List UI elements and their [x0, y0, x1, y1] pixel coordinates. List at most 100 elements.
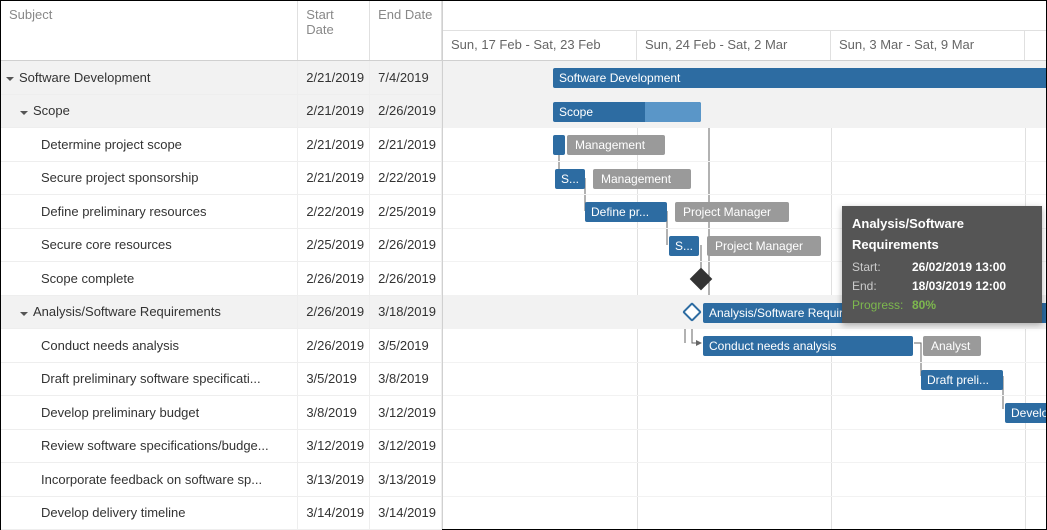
gantt-row[interactable]: Draft preli... [443, 363, 1046, 397]
gantt-row[interactable]: Develo [443, 396, 1046, 430]
milestone-open-marker[interactable] [682, 302, 702, 322]
task-tree-panel: Subject Start Date End Date Software Dev… [1, 1, 443, 529]
task-subject: Draft preliminary software specificati..… [41, 371, 261, 386]
task-end-date: 2/26/2019 [370, 95, 442, 128]
timeline-week: Sun, 3 Mar - Sat, 9 Mar [831, 31, 1025, 60]
task-row[interactable]: Review software specifications/budge... 3… [1, 430, 442, 464]
gantt-bar[interactable]: Develo [1005, 403, 1046, 423]
task-start-date: 2/26/2019 [298, 296, 370, 329]
resource-tag: Analyst [923, 336, 981, 356]
task-row[interactable]: Define preliminary resources 2/22/20192/2… [1, 195, 442, 229]
task-row[interactable]: Secure project sponsorship 2/21/20192/22/… [1, 162, 442, 196]
task-end-date: 3/12/2019 [370, 430, 442, 463]
task-subject: Review software specifications/budge... [41, 438, 269, 453]
gantt-bar[interactable]: S... [555, 169, 585, 189]
expand-caret-icon[interactable] [19, 307, 29, 317]
column-header-subject[interactable]: Subject [1, 1, 298, 60]
task-start-date: 3/12/2019 [298, 430, 370, 463]
task-row[interactable]: Software Development 2/21/20197/4/2019 [1, 61, 442, 95]
tree-header: Subject Start Date End Date [1, 1, 442, 61]
task-end-date: 2/26/2019 [370, 229, 442, 262]
resource-tag: Management [567, 135, 665, 155]
task-row[interactable]: Scope 2/21/20192/26/2019 [1, 95, 442, 129]
column-header-end-date[interactable]: End Date [370, 1, 442, 60]
task-end-date: 3/5/2019 [370, 329, 442, 362]
gantt-bar[interactable]: Draft preli... [921, 370, 1003, 390]
task-row[interactable]: Scope complete 2/26/20192/26/2019 [1, 262, 442, 296]
task-row[interactable]: Draft preliminary software specificati..… [1, 363, 442, 397]
resource-tag: Management [593, 169, 691, 189]
task-start-date: 3/5/2019 [298, 363, 370, 396]
gantt-row[interactable] [443, 430, 1046, 464]
task-subject: Conduct needs analysis [41, 338, 179, 353]
task-end-date: 2/25/2019 [370, 195, 442, 228]
gantt-bar[interactable]: Conduct needs analysis [703, 336, 913, 356]
task-start-date: 3/8/2019 [298, 396, 370, 429]
expand-caret-icon[interactable] [5, 72, 15, 82]
tooltip-progress-label: Progress: [852, 296, 912, 315]
task-start-date: 3/13/2019 [298, 463, 370, 496]
task-subject: Scope complete [41, 271, 134, 286]
gantt-row[interactable]: Software Development [443, 61, 1046, 95]
tooltip-start-value: 26/02/2019 13:00 [912, 260, 1006, 274]
gantt-bar[interactable] [553, 135, 565, 155]
gantt-row[interactable]: Conduct needs analysis Analyst [443, 329, 1046, 363]
expand-caret-icon[interactable] [19, 106, 29, 116]
task-start-date: 2/26/2019 [298, 329, 370, 362]
task-end-date: 2/26/2019 [370, 262, 442, 295]
task-end-date: 3/14/2019 [370, 497, 442, 530]
resource-tag: Project Manager [707, 236, 821, 256]
task-end-date: 3/12/2019 [370, 396, 442, 429]
task-start-date: 2/22/2019 [298, 195, 370, 228]
task-row[interactable]: Determine project scope 2/21/20192/21/201… [1, 128, 442, 162]
gantt-bar[interactable]: S... [669, 236, 699, 256]
task-end-date: 3/18/2019 [370, 296, 442, 329]
gantt-row[interactable]: S... Management [443, 162, 1046, 196]
gantt-bar[interactable]: Software Development [553, 68, 1046, 88]
task-row[interactable]: Incorporate feedback on software sp... 3/… [1, 463, 442, 497]
task-row[interactable]: Develop preliminary budget 3/8/20193/12/2… [1, 396, 442, 430]
column-header-start-date[interactable]: Start Date [298, 1, 370, 60]
task-row[interactable]: Conduct needs analysis 2/26/20193/5/2019 [1, 329, 442, 363]
task-start-date: 2/25/2019 [298, 229, 370, 262]
gantt-bar[interactable]: Scope [553, 102, 701, 122]
task-start-date: 2/21/2019 [298, 95, 370, 128]
gantt-row[interactable]: Scope [443, 95, 1046, 129]
task-end-date: 3/8/2019 [370, 363, 442, 396]
task-subject: Develop delivery timeline [41, 505, 186, 520]
task-start-date: 3/14/2019 [298, 497, 370, 530]
task-subject: Software Development [19, 70, 151, 85]
timeline-week: Sun, 24 Feb - Sat, 2 Mar [637, 31, 831, 60]
gantt-row[interactable] [443, 497, 1046, 530]
task-subject: Determine project scope [41, 137, 182, 152]
tooltip-end-value: 18/03/2019 12:00 [912, 279, 1006, 293]
task-end-date: 7/4/2019 [370, 61, 442, 94]
task-start-date: 2/21/2019 [298, 162, 370, 195]
gantt-row[interactable] [443, 463, 1046, 497]
task-subject: Secure core resources [41, 237, 172, 252]
task-subject: Define preliminary resources [41, 204, 206, 219]
tooltip-start-label: Start: [852, 258, 912, 277]
task-start-date: 2/26/2019 [298, 262, 370, 295]
timeline-week: Sun, 17 Feb - Sat, 23 Feb [443, 31, 637, 60]
task-subject: Incorporate feedback on software sp... [41, 472, 262, 487]
task-end-date: 2/21/2019 [370, 128, 442, 161]
tooltip-progress-value: 80% [912, 298, 936, 312]
task-subject: Scope [33, 103, 70, 118]
task-start-date: 2/21/2019 [298, 61, 370, 94]
task-subject: Develop preliminary budget [41, 405, 199, 420]
gantt-bar[interactable]: Define pr... [585, 202, 667, 222]
task-tooltip: Analysis/Software Requirements Start:26/… [842, 206, 1042, 323]
tooltip-end-label: End: [852, 277, 912, 296]
resource-tag: Project Manager [675, 202, 789, 222]
task-row[interactable]: Secure core resources 2/25/20192/26/2019 [1, 229, 442, 263]
task-row[interactable]: Analysis/Software Requirements 2/26/20193… [1, 296, 442, 330]
tooltip-title: Analysis/Software Requirements [852, 214, 1032, 256]
task-subject: Analysis/Software Requirements [33, 304, 221, 319]
task-start-date: 2/21/2019 [298, 128, 370, 161]
gantt-row[interactable]: Management [443, 128, 1046, 162]
milestone-marker[interactable] [690, 268, 713, 291]
task-subject: Secure project sponsorship [41, 170, 199, 185]
task-row[interactable]: Develop delivery timeline 3/14/20193/14/2… [1, 497, 442, 530]
task-end-date: 2/22/2019 [370, 162, 442, 195]
